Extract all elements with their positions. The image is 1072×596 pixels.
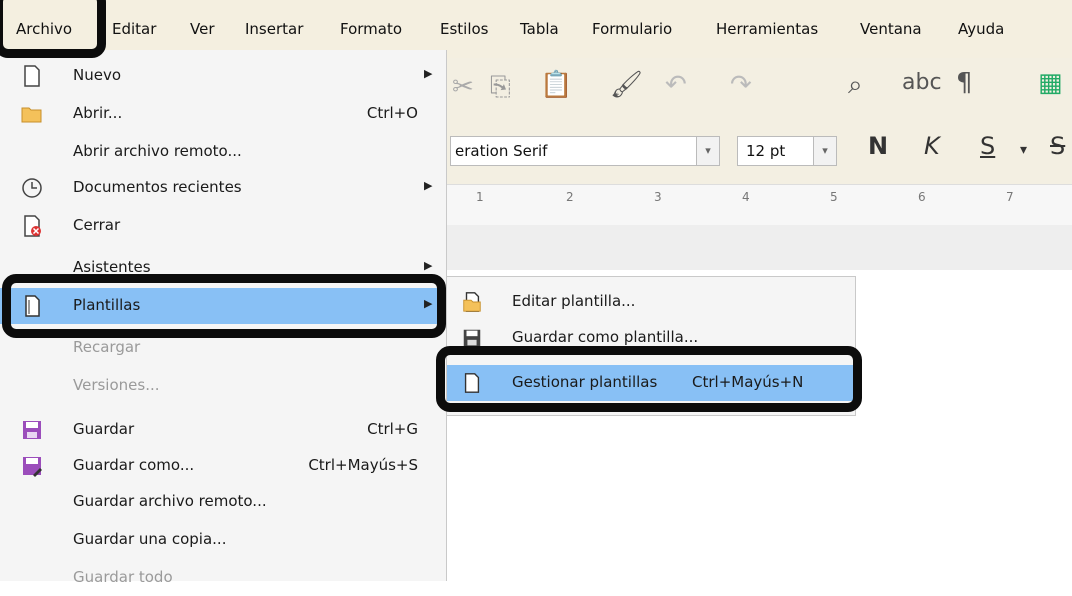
submenu-item-label: Guardar como plantilla... (512, 328, 699, 346)
submenu-item-label: Editar plantilla... (512, 292, 636, 310)
italic-button[interactable]: K (924, 132, 940, 160)
insert-table-icon[interactable]: ▦ (1038, 68, 1063, 98)
new-document-icon (24, 65, 40, 87)
menu-item-shortcut: Ctrl+Mayús+S (308, 456, 418, 474)
ruler-number: 4 (742, 190, 750, 204)
menu-herramientas[interactable]: Herramientas (716, 20, 818, 38)
submenu-item-editar-plantilla[interactable]: Editar plantilla... (447, 284, 855, 320)
folder-open-icon (21, 107, 42, 123)
menu-item-versiones: Versiones... (0, 368, 446, 404)
menu-item-nuevo[interactable]: Nuevo ▶ (0, 58, 446, 94)
menu-formulario[interactable]: Formulario (592, 20, 672, 38)
close-document-icon (24, 215, 41, 237)
ruler-number: 5 (830, 190, 838, 204)
bold-button[interactable]: N (868, 132, 888, 160)
strikethrough-button[interactable]: S (1050, 132, 1065, 160)
menu-item-shortcut: Ctrl+G (367, 420, 418, 438)
clock-icon (22, 178, 42, 198)
chevron-down-icon[interactable]: ▾ (1020, 142, 1027, 158)
ruler-number: 2 (566, 190, 574, 204)
cut-icon[interactable]: ✂ (452, 72, 474, 102)
clone-format-icon[interactable]: 🖌 (610, 70, 643, 100)
menu-tabla[interactable]: Tabla (520, 20, 559, 38)
ruler-number: 1 (476, 190, 484, 204)
annotation-highlight-plantillas (2, 274, 446, 338)
menu-item-cerrar[interactable]: Cerrar (0, 208, 446, 244)
menu-item-label: Guardar (73, 420, 135, 438)
annotation-highlight-archivo (0, 0, 106, 58)
menu-ventana[interactable]: Ventana (860, 20, 922, 38)
menu-formato[interactable]: Formato (340, 20, 402, 38)
undo-icon[interactable]: ↶ (665, 70, 687, 100)
find-replace-icon[interactable]: ⌕ (848, 70, 863, 101)
underline-button[interactable]: S (980, 132, 995, 160)
annotation-highlight-gestionar (436, 346, 862, 412)
menu-item-guardar-remoto[interactable]: Guardar archivo remoto... (0, 484, 446, 520)
menu-insertar[interactable]: Insertar (245, 20, 303, 38)
menu-editar[interactable]: Editar (112, 20, 156, 38)
menu-item-label: Documentos recientes (73, 178, 242, 196)
menu-estilos[interactable]: Estilos (440, 20, 489, 38)
menu-item-label: Guardar una copia... (73, 530, 227, 548)
font-size-combobox[interactable]: 12 pt ▾ (737, 136, 837, 166)
menu-item-guardar[interactable]: Guardar Ctrl+G (0, 412, 446, 448)
chevron-down-icon[interactable]: ▾ (813, 137, 836, 165)
font-name-combobox[interactable]: eration Serif ▾ (450, 136, 720, 166)
menu-item-guardar-todo: Guardar todo (0, 560, 446, 596)
menu-item-documentos-recientes[interactable]: Documentos recientes ▶ (0, 170, 446, 206)
menu-item-label: Guardar como... (73, 456, 195, 474)
menu-ayuda[interactable]: Ayuda (958, 20, 1004, 38)
paste-icon[interactable]: 📋 (540, 70, 572, 100)
menu-ver[interactable]: Ver (190, 20, 215, 38)
formatting-marks-icon[interactable]: ¶ (956, 68, 973, 98)
document-margin-area (440, 225, 1072, 270)
font-name-value: eration Serif (455, 142, 548, 160)
redo-icon[interactable]: ↷ (730, 70, 752, 100)
ruler-number: 3 (654, 190, 662, 204)
submenu-arrow-icon: ▶ (424, 179, 433, 192)
menu-item-label: Abrir... (73, 104, 123, 122)
menu-item-guardar-como[interactable]: Guardar como... Ctrl+Mayús+S (0, 448, 446, 484)
edit-template-icon (463, 292, 481, 312)
menu-item-label: Cerrar (73, 216, 121, 234)
menu-item-label: Versiones... (73, 376, 160, 394)
menu-item-shortcut: Ctrl+O (366, 104, 418, 122)
save-icon (23, 421, 41, 439)
menu-item-label: Guardar archivo remoto... (73, 492, 267, 510)
spellcheck-icon[interactable]: abc (902, 70, 942, 95)
submenu-arrow-icon: ▶ (424, 259, 433, 272)
menu-item-label: Recargar (73, 338, 141, 356)
menu-item-abrir[interactable]: Abrir... Ctrl+O (0, 96, 446, 132)
font-size-value: 12 pt (746, 142, 786, 160)
menu-item-abrir-remoto[interactable]: Abrir archivo remoto... (0, 134, 446, 170)
ruler-number: 6 (918, 190, 926, 204)
ruler-number: 7 (1006, 190, 1014, 204)
menu-item-guardar-copia[interactable]: Guardar una copia... (0, 522, 446, 558)
menu-item-label: Nuevo (73, 66, 122, 84)
copy-icon[interactable]: ⎘ (490, 72, 511, 103)
horizontal-ruler: 1 2 3 4 5 6 7 (440, 184, 1072, 226)
menu-item-label: Abrir archivo remoto... (73, 142, 242, 160)
chevron-down-icon[interactable]: ▾ (696, 137, 719, 165)
submenu-arrow-icon: ▶ (424, 67, 433, 80)
save-as-icon (23, 457, 42, 477)
menu-item-label: Guardar todo (73, 568, 173, 586)
